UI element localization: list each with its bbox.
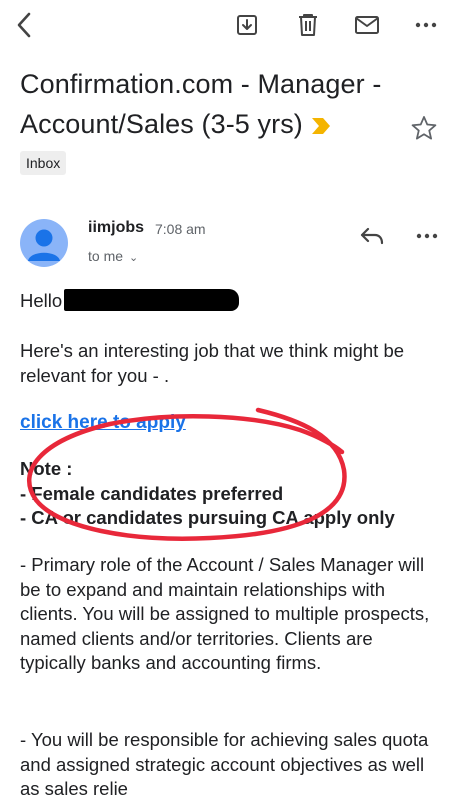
description-paragraph: - Primary role of the Account / Sales Ma…	[20, 554, 430, 673]
responsibility-paragraph: - You will be responsible for achieving …	[20, 729, 429, 799]
intro-paragraph: Here's an interesting job that we think …	[20, 340, 405, 386]
recipient-text: to me	[88, 248, 124, 264]
back-button[interactable]	[8, 8, 42, 42]
note-title: Note :	[20, 458, 73, 479]
reply-icon	[360, 227, 384, 245]
mark-unread-button[interactable]	[350, 8, 384, 42]
more-options-button[interactable]	[409, 8, 443, 42]
trash-icon	[299, 14, 317, 36]
back-arrow-icon	[17, 12, 31, 38]
note-line-1: - Female candidates preferred	[20, 482, 284, 504]
person-icon	[28, 229, 60, 261]
note-line-2: - CA or candidates pursuing CA apply onl…	[20, 507, 395, 528]
chevron-down-icon: ⌄	[129, 252, 139, 264]
importance-marker-icon[interactable]	[311, 106, 331, 146]
more-horizontal-icon	[416, 233, 438, 239]
recipient-details[interactable]: to me ⌄	[88, 248, 138, 264]
toolbar	[0, 0, 460, 50]
note-block: Note : - Female candidates preferred - C…	[20, 457, 430, 531]
avatar[interactable]	[20, 219, 68, 267]
archive-button[interactable]	[230, 8, 264, 42]
redacted-name	[64, 289, 240, 311]
greeting: Hello	[20, 289, 430, 314]
inbox-label-chip[interactable]: Inbox	[20, 151, 67, 175]
archive-icon	[237, 15, 257, 35]
star-button[interactable]	[410, 114, 438, 147]
star-icon	[411, 116, 437, 140]
reply-button[interactable]	[355, 219, 389, 253]
delete-button[interactable]	[291, 8, 325, 42]
sent-time: 7:08 am	[155, 221, 206, 237]
greeting-text: Hello	[20, 290, 63, 311]
email-subject: Confirmation.com - Manager - Account/Sal…	[20, 64, 390, 146]
message-more-button[interactable]	[410, 219, 444, 253]
more-horizontal-icon	[415, 22, 437, 28]
sender-name: iimjobs	[88, 219, 145, 236]
mail-icon	[355, 16, 379, 34]
apply-link[interactable]: click here to apply	[20, 412, 186, 434]
